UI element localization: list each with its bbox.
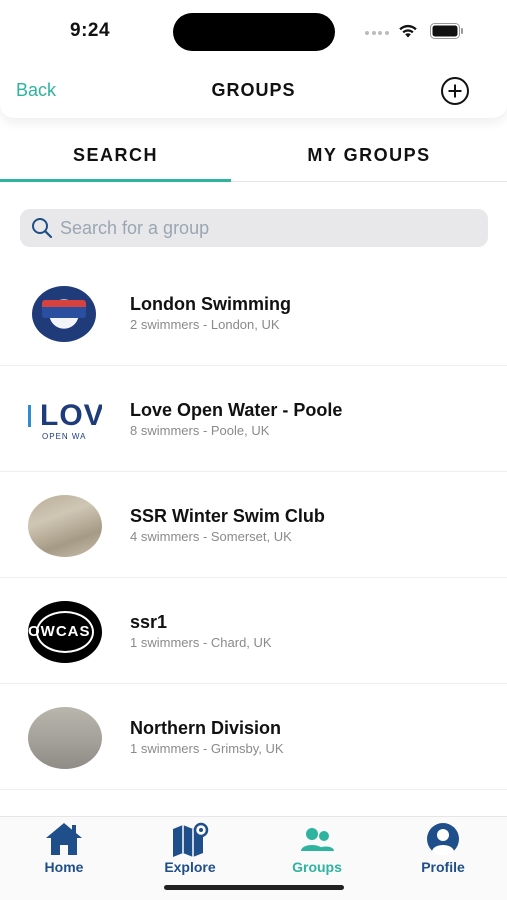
groups-icon [301, 828, 334, 851]
love-open-water-logo: LOV OPEN WA [28, 389, 102, 451]
segment-tabs: SEARCH MY GROUPS [0, 128, 507, 182]
cellular-signal-icon [365, 31, 389, 35]
group-meta: 8 swimmers - Poole, UK [130, 423, 270, 438]
active-tab-indicator [0, 179, 231, 182]
grey-photo-avatar [28, 707, 102, 769]
group-list: London Swimming 2 swimmers - London, UK … [0, 260, 507, 790]
sand-photo-avatar [28, 495, 102, 557]
tab-home[interactable]: Home [14, 821, 114, 877]
group-meta: 1 swimmers - Grimsby, UK [130, 741, 284, 756]
tab-label: Profile [421, 859, 465, 875]
tab-label: Explore [164, 859, 216, 875]
tab-explore[interactable]: Explore [140, 821, 240, 877]
add-group-button[interactable] [440, 76, 470, 106]
wifi-icon [399, 24, 417, 38]
status-time: 9:24 [70, 20, 111, 41]
logo-subtext: OPEN WA [42, 432, 87, 441]
group-meta: 2 swimmers - London, UK [130, 317, 280, 332]
search-icon [32, 218, 53, 239]
tab-label: Groups [292, 859, 342, 875]
group-meta: 1 swimmers - Chard, UK [130, 635, 272, 650]
home-icon [46, 823, 82, 855]
tab-my-groups[interactable]: MY GROUPS [255, 128, 483, 182]
lowcast-logo: OWCAS [28, 601, 102, 663]
map-icon [173, 822, 209, 857]
tab-profile[interactable]: Profile [393, 821, 493, 877]
navigation-header: Back GROUPS [0, 60, 507, 118]
page-title: GROUPS [211, 80, 296, 100]
battery-icon [430, 23, 463, 39]
status-bar: 9:24 [0, 0, 507, 60]
group-name: SSR Winter Swim Club [130, 506, 325, 526]
home-indicator [164, 885, 344, 890]
profile-icon [427, 823, 459, 856]
group-name: London Swimming [130, 294, 291, 314]
logo-text: LOV [40, 399, 102, 432]
group-meta: 4 swimmers - Somerset, UK [130, 529, 292, 544]
logo-text: OWCAS [28, 623, 91, 640]
london-swimmers-logo [32, 286, 96, 342]
group-row-london-swimming[interactable]: London Swimming 2 swimmers - London, UK [0, 260, 507, 366]
search-input[interactable]: Search for a group [20, 209, 488, 247]
group-name: Northern Division [130, 718, 282, 738]
group-row-ssr1[interactable]: OWCAS ssr1 1 swimmers - Chard, UK [0, 578, 507, 684]
tab-groups[interactable]: Groups [267, 821, 367, 877]
group-row-northern-division[interactable]: Northern Division 1 swimmers - Grimsby, … [0, 684, 507, 790]
group-name: Love Open Water - Poole [130, 400, 343, 420]
tab-label: Home [44, 859, 84, 875]
group-row-ssr-winter-swim-club[interactable]: SSR Winter Swim Club 4 swimmers - Somers… [0, 472, 507, 578]
group-name: ssr1 [130, 612, 168, 632]
tab-search[interactable]: SEARCH [0, 128, 231, 182]
group-row-love-open-water[interactable]: LOV OPEN WA Love Open Water - Poole 8 sw… [0, 366, 507, 472]
search-placeholder: Search for a group [60, 217, 210, 238]
dynamic-island [173, 13, 335, 51]
